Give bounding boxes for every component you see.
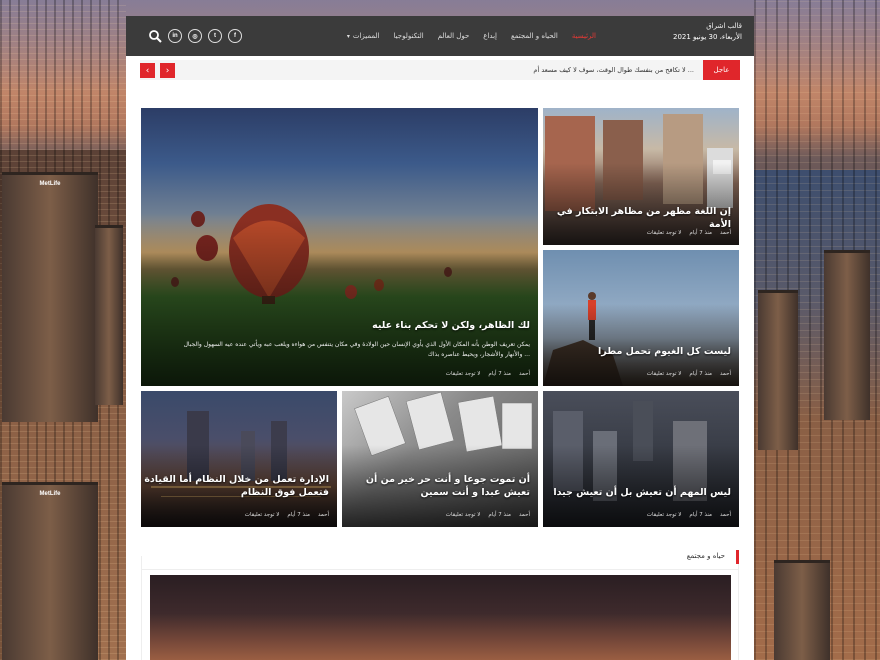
post-card-live-well[interactable]: ليس المهم أن تعيش بل أن تعيش جيدا أحمد م… xyxy=(543,391,739,527)
nav-item-technology[interactable]: التكنولوجيا xyxy=(394,32,424,40)
twitter-icon[interactable]: t xyxy=(208,29,222,43)
comments-count[interactable]: لا توجد تعليقات xyxy=(446,371,481,377)
nav-item-life-society[interactable]: الحياه و المجتمع xyxy=(511,32,558,40)
post-title[interactable]: الإدارة تعمل من خلال النظام أما القيادة … xyxy=(141,474,329,500)
post-date: منذ 7 أيام xyxy=(689,512,712,518)
featured-post-excerpt: يمكن تعريف الوطن بأنه المكان الأول الذي … xyxy=(183,341,530,358)
post-card-freedom[interactable]: أن تموت جوعا و أنت حر خير من أن تعيش عبد… xyxy=(342,391,538,527)
social-links: in ◎ t f xyxy=(168,29,242,43)
post-title[interactable]: إن اللغة مظهر من مظاهر الابتكار في الأمة xyxy=(543,206,731,232)
building-decoration: MetLife xyxy=(2,172,98,422)
nav-item-creativity[interactable]: إبداع xyxy=(483,32,497,40)
post-title[interactable]: ليست كل الغيوم تحمل مطرا xyxy=(598,346,731,359)
featured-post[interactable]: لك الظاهر، ولكن لا تحكم بناء عليه يمكن ت… xyxy=(141,108,538,386)
comments-count[interactable]: لا توجد تعليقات xyxy=(647,230,682,236)
featured-shade xyxy=(141,219,538,386)
post-card-management[interactable]: الإدارة تعمل من خلال النظام أما القيادة … xyxy=(141,391,337,527)
chevron-left-icon: ‹ xyxy=(145,65,150,76)
ticker-headline[interactable]: لا تكافح من بنفسك طوال الوقت، سوف لا كيف… xyxy=(533,66,694,74)
current-date: الأربعاء، 30 يونيو 2021 xyxy=(672,33,742,41)
author-name[interactable]: أحمد xyxy=(720,230,731,236)
breaking-news-ticker: عاجل لا تكافح من بنفسك طوال الوقت، سوف ل… xyxy=(140,60,740,80)
comments-count[interactable]: لا توجد تعليقات xyxy=(647,512,682,518)
post-meta: أحمد منذ 7 أيام لا توجد تعليقات xyxy=(446,512,530,518)
post-date: منذ 7 أيام xyxy=(689,230,712,236)
site-title[interactable]: قالب اشراق xyxy=(673,22,742,30)
featured-post-meta: أحمد منذ 7 أيام لا توجد تعليقات xyxy=(446,371,530,377)
background-city-right xyxy=(754,0,880,660)
author-name[interactable]: أحمد xyxy=(720,512,731,518)
building-decoration: MetLife xyxy=(2,482,98,660)
building-decoration xyxy=(824,250,870,420)
author-name[interactable]: أحمد xyxy=(318,512,329,518)
comments-count[interactable]: لا توجد تعليقات xyxy=(647,371,682,377)
ticker-next-button[interactable]: › xyxy=(160,63,175,78)
section-featured-image[interactable] xyxy=(150,575,731,660)
post-title[interactable]: أن تموت جوعا و أنت حر خير من أن تعيش عبد… xyxy=(342,474,530,500)
post-card-language[interactable]: إن اللغة مظهر من مظاهر الابتكار في الأمة… xyxy=(543,108,739,245)
section-accent-bar xyxy=(736,550,739,564)
search-icon[interactable] xyxy=(148,29,162,43)
top-bar: قالب اشراق الأربعاء، 30 يونيو 2021 الرئي… xyxy=(126,16,754,56)
post-date: منذ 7 أيام xyxy=(689,371,712,377)
post-date: منذ 7 أيام xyxy=(287,512,310,518)
linkedin-icon[interactable]: in xyxy=(168,29,182,43)
nav-item-home[interactable]: الرئيسية xyxy=(572,32,596,40)
ticker-prev-button[interactable]: ‹ xyxy=(140,63,155,78)
chevron-right-icon: › xyxy=(165,65,170,76)
post-title[interactable]: ليس المهم أن تعيش بل أن تعيش جيدا xyxy=(553,487,731,500)
post-card-clouds[interactable]: ليست كل الغيوم تحمل مطرا أحمد منذ 7 أيام… xyxy=(543,250,739,386)
section-header: حياه و مجتمع xyxy=(141,546,739,570)
comments-count[interactable]: لا توجد تعليقات xyxy=(446,512,481,518)
facebook-icon[interactable]: f xyxy=(228,29,242,43)
building-decoration xyxy=(758,290,798,450)
nav-item-features[interactable]: ▾ المميزات xyxy=(347,32,380,40)
nav-item-features-label: المميزات xyxy=(352,32,380,40)
post-meta: أحمد منذ 7 أيام لا توجد تعليقات xyxy=(647,512,731,518)
post-date: منذ 7 أيام xyxy=(488,371,511,377)
post-meta: أحمد منذ 7 أيام لا توجد تعليقات xyxy=(647,230,731,236)
nav-item-around-world[interactable]: حول العالم xyxy=(438,32,470,40)
post-date: منذ 7 أيام xyxy=(488,512,511,518)
instagram-icon[interactable]: ◎ xyxy=(188,29,202,43)
page-container: قالب اشراق الأربعاء، 30 يونيو 2021 الرئي… xyxy=(126,16,754,660)
breaking-label: عاجل xyxy=(703,60,740,80)
comments-count[interactable]: لا توجد تعليقات xyxy=(245,512,280,518)
author-name[interactable]: أحمد xyxy=(519,371,530,377)
chevron-down-icon: ▾ xyxy=(346,33,350,40)
building-decoration xyxy=(774,560,830,660)
main-nav: الرئيسية الحياه و المجتمع إبداع حول العا… xyxy=(347,32,596,40)
post-meta: أحمد منذ 7 أيام لا توجد تعليقات xyxy=(647,371,731,377)
featured-post-title[interactable]: لك الظاهر، ولكن لا تحكم بناء عليه xyxy=(372,320,530,333)
author-name[interactable]: أحمد xyxy=(720,371,731,377)
post-meta: أحمد منذ 7 أيام لا توجد تعليقات xyxy=(245,512,329,518)
site-brand[interactable]: قالب اشراق الأربعاء، 30 يونيو 2021 xyxy=(673,22,742,41)
author-name[interactable]: أحمد xyxy=(519,512,530,518)
section-title[interactable]: حياه و مجتمع xyxy=(687,552,725,560)
background-city-left: MetLife MetLife xyxy=(0,0,126,660)
building-decoration xyxy=(95,225,123,405)
